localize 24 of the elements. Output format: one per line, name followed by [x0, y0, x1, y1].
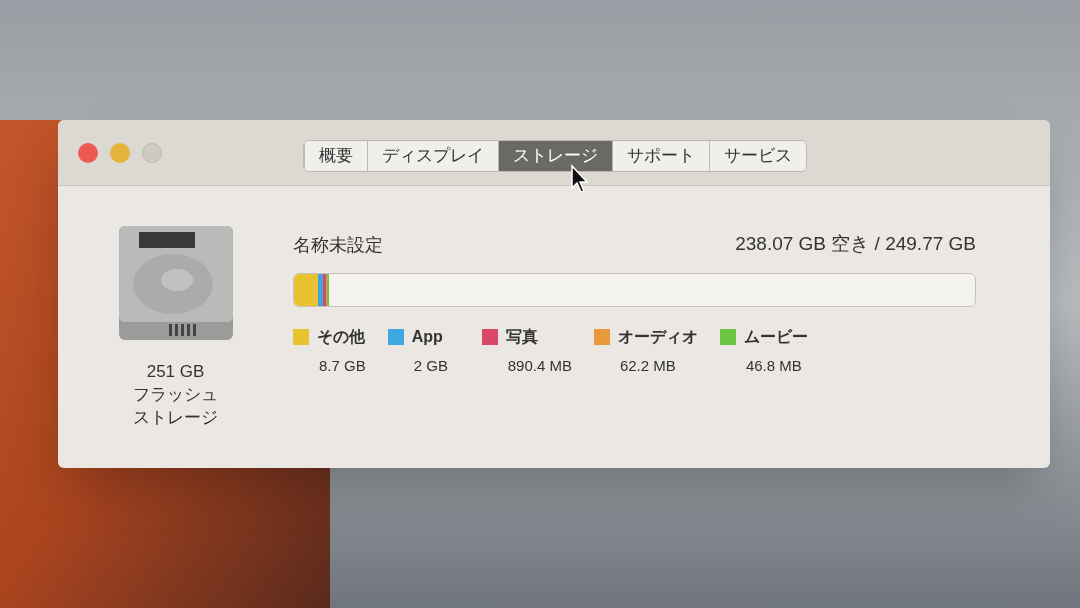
tab[interactable]: サービス [709, 141, 806, 171]
drive-capacity: 251 GB [146, 361, 205, 383]
legend-label: 写真 [505, 326, 538, 347]
zoom-button[interactable] [142, 142, 162, 163]
storage-summary: 238.07 GB 空き / 249.77 GB [735, 232, 976, 256]
drive-type: ストレージ [133, 407, 218, 429]
legend-size: 8.7 GB [319, 355, 366, 376]
legend-size: 890.4 MB [507, 355, 572, 376]
tab[interactable]: サポート [612, 141, 709, 171]
tab[interactable]: 概要 [304, 141, 367, 171]
legend-size: 62.2 MB [619, 355, 677, 376]
close-button[interactable] [78, 142, 98, 163]
minimize-button[interactable] [110, 142, 130, 163]
tab[interactable]: ディスプレイ [367, 141, 498, 171]
volume-name: 名称未設定 [293, 233, 383, 257]
legend-size: 2 GB [413, 355, 449, 376]
legend-label: App [411, 326, 443, 347]
legend-label: オーディオ [617, 326, 698, 347]
tab[interactable]: ストレージ [498, 141, 612, 171]
mouse-pointer-icon [570, 164, 590, 194]
legend-label: ムービー [743, 326, 808, 347]
legend-size: 46.8 MB [745, 355, 803, 376]
drive-type: フラッシュ [133, 384, 218, 406]
legend-label: その他 [317, 326, 365, 347]
